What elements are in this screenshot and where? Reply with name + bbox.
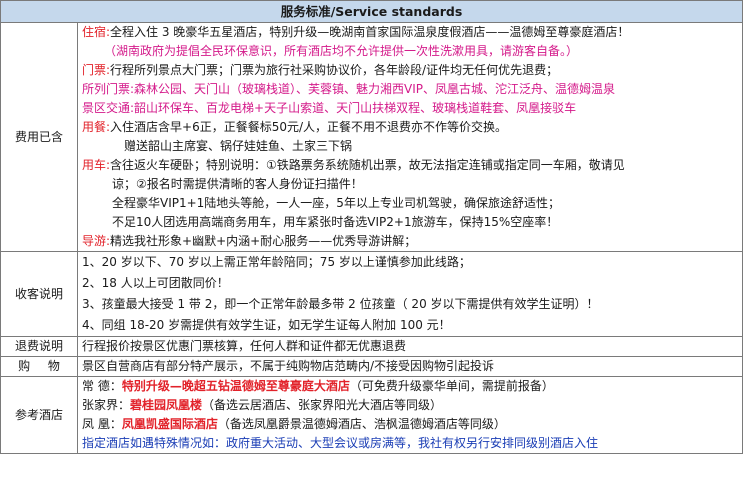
stay-note: （湖南政府为提倡全民环保意识，所有酒店均不允许提供一次性洗漱用具，请游客自备。） xyxy=(104,44,579,58)
admission-label: 收客说明 xyxy=(0,251,78,337)
hotel-name: 凤凰凯盛国际酒店 xyxy=(121,417,218,431)
shopping-label: 购 物 xyxy=(0,356,78,377)
transport-title: 景区交通: xyxy=(82,101,135,115)
car-text: 含往返火车硬卧；特别说明：①铁路票务系统随机出票，故无法指定连铺或指定同一车厢，… xyxy=(110,158,625,172)
refund-text: 行程报价按景区优惠门票核算，任何人群和证件都无优惠退费 xyxy=(82,339,407,353)
admission-content: 1、20 岁以下、70 岁以上需正常年龄陪同；75 岁以上谨慎参加此线路； 2、… xyxy=(77,251,743,337)
fees-content: 住宿:全程入住 3 晚豪华五星酒店，特别升级—晚湖南首家国际温泉度假酒店——温德… xyxy=(77,22,743,252)
hotel-name: 碧桂园凤凰楼 xyxy=(130,398,203,412)
admission-row: 收客说明 1、20 岁以下、70 岁以上需正常年龄陪同；75 岁以上谨慎参加此线… xyxy=(0,251,743,337)
hotel-row-changde: 常 德：特别升级—晚超五钻温德姆至尊豪庭大酒店（可免费升级豪华单间，需提前报备） xyxy=(82,379,554,393)
fees-row: 费用已含 住宿:全程入住 3 晚豪华五星酒店，特别升级—晚湖南首家国际温泉度假酒… xyxy=(0,22,743,252)
admission-item: 3、孩童最大接受 1 带 2，即一个正常年龄最多带 2 位孩童（ 20 岁以下需… xyxy=(82,297,599,311)
hotel-name: 特别升级—晚超五钻温德姆至尊豪庭大酒店 xyxy=(121,379,350,393)
admission-item: 1、20 岁以下、70 岁以上需正常年龄陪同；75 岁以上谨慎参加此线路； xyxy=(82,255,471,269)
refund-row: 退费说明 行程报价按景区优惠门票核算，任何人群和证件都无优惠退费 xyxy=(0,336,743,357)
table-header: 服务标准/Service standards xyxy=(0,0,743,23)
hotel-row-zhangjiajie: 张家界：碧桂园凤凰楼（备选云居酒店、张家界阳光大酒店等同级） xyxy=(82,398,443,412)
car-text-4: 不足10人团选用高端商务用车，用车紧张时备选VIP2+1旅游车，保持15%空座率… xyxy=(112,215,559,229)
stay-title: 住宿: xyxy=(82,25,111,39)
hotels-row: 参考酒店 常 德：特别升级—晚超五钻温德姆至尊豪庭大酒店（可免费升级豪华单间，需… xyxy=(0,376,743,454)
meals-text-2: 赠送韶山主席宴、锅仔娃娃鱼、土家三下锅 xyxy=(124,139,353,153)
hotel-row-fenghuang: 凤 凰：凤凰凯盛国际酒店（备选凤凰爵景温德姆酒店、浩枫温德姆酒店等同级） xyxy=(82,417,506,431)
refund-content: 行程报价按景区优惠门票核算，任何人群和证件都无优惠退费 xyxy=(77,336,743,357)
attractions-text: 森林公园、天门山（玻璃栈道）、芙蓉镇、魅力湘西VIP、凤凰古城、沱江泛舟、温德姆… xyxy=(134,82,616,96)
meals-text: 入住酒店含早+6正，正餐餐标50元/人，正餐不用不退费亦不作等价交换。 xyxy=(110,120,508,134)
car-text-3: 全程豪华VIP1+1陆地头等舱，一人一座，5年以上专业司机驾驶，确保旅途舒适性； xyxy=(112,196,560,210)
hotels-label: 参考酒店 xyxy=(0,376,78,454)
shopping-content: 景区自营商店有部分特产展示，不属于纯购物店范畴内/不接受因购物引起投诉 xyxy=(77,356,743,377)
guide-title: 导游: xyxy=(82,234,111,248)
transport-text: 韶山环保车、百龙电梯+天子山索道、天门山扶梯双程、玻璃栈道鞋套、凤凰接驳车 xyxy=(134,101,577,115)
shopping-text: 景区自营商店有部分特产展示，不属于纯购物店范畴内/不接受因购物引起投诉 xyxy=(82,359,495,373)
tickets-text: 行程所列景点大门票；门票为旅行社采购协议价，各年龄段/证件均无任何优先退费； xyxy=(110,63,559,77)
service-standards-table: 服务标准/Service standards 费用已含 住宿:全程入住 3 晚豪… xyxy=(0,0,743,454)
car-title: 用车: xyxy=(82,158,111,172)
admission-item: 2、18 人以上可团散同价！ xyxy=(82,276,229,290)
refund-label: 退费说明 xyxy=(0,336,78,357)
meals-title: 用餐: xyxy=(82,120,111,134)
fees-label: 费用已含 xyxy=(0,22,78,252)
stay-text: 全程入住 3 晚豪华五星酒店，特别升级—晚湖南首家国际温泉度假酒店——温德姆至尊… xyxy=(110,25,630,39)
attractions-title: 所列门票: xyxy=(82,82,135,96)
tickets-title: 门票: xyxy=(82,63,111,77)
hotels-content: 常 德：特别升级—晚超五钻温德姆至尊豪庭大酒店（可免费升级豪华单间，需提前报备）… xyxy=(77,376,743,454)
car-text-2: 谅；②报名时需提供清晰的客人身份证扫描件！ xyxy=(112,177,363,191)
shopping-row: 购 物 景区自营商店有部分特产展示，不属于纯购物店范畴内/不接受因购物引起投诉 xyxy=(0,356,743,377)
hotels-footnote: 指定酒店如遇特殊情况如：政府重大活动、大型会议或房满等，我社有权另行安排同级别酒… xyxy=(82,436,599,450)
guide-text: 精选我社形象+幽默+内涵+耐心服务——优秀导游讲解； xyxy=(110,234,417,248)
admission-item: 4、同组 18-20 岁需提供有效学生证，如无学生证每人附加 100 元！ xyxy=(82,318,451,332)
